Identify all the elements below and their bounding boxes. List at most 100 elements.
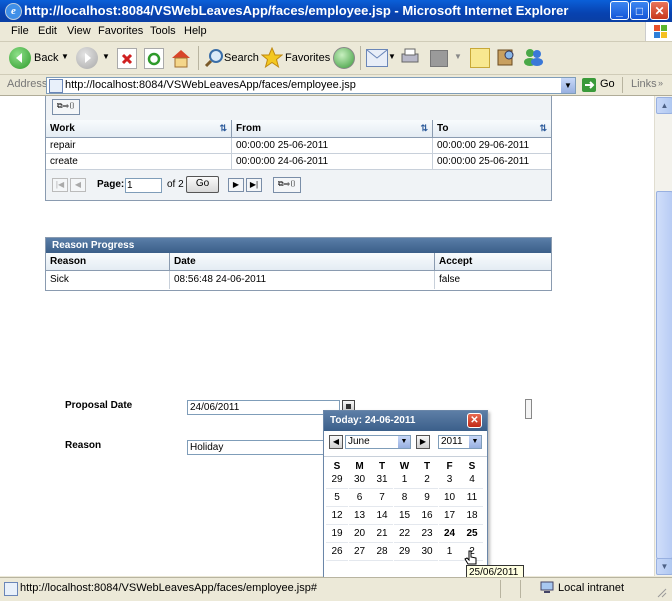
calendar-day[interactable]: 31 — [371, 471, 393, 489]
calendar-day[interactable]: 22 — [393, 525, 416, 543]
maximize-button[interactable]: □ — [630, 1, 649, 20]
search-button[interactable]: Search — [224, 52, 259, 64]
address-field[interactable]: http://localhost:8084/VSWebLeavesApp/fac… — [46, 77, 576, 94]
calendar-day[interactable]: 8 — [393, 489, 416, 507]
calendar-day[interactable]: 27 — [348, 543, 371, 561]
calendar-day[interactable]: 20 — [348, 525, 371, 543]
back-button[interactable]: Back — [34, 52, 58, 64]
first-page-icon[interactable]: |◀ — [52, 178, 68, 192]
scroll-thumb[interactable] — [656, 191, 672, 559]
edit-icon[interactable] — [430, 50, 448, 67]
calendar-day[interactable]: 25 — [461, 525, 483, 543]
links-chevron-icon[interactable]: » — [658, 78, 663, 88]
scroll-down-icon[interactable]: ▼ — [656, 558, 672, 575]
go-arrow-icon[interactable] — [582, 78, 596, 92]
research-icon[interactable] — [496, 47, 516, 67]
calendar-day[interactable]: 21 — [371, 525, 393, 543]
calendar-day[interactable]: 26 — [326, 543, 348, 561]
calendar-day[interactable]: 24 — [438, 525, 461, 543]
prev-month-icon[interactable]: ◀ — [329, 435, 343, 449]
history-icon[interactable] — [333, 47, 355, 69]
refresh-icon[interactable] — [144, 48, 164, 69]
calendar-day[interactable]: 4 — [461, 471, 483, 489]
calendar-day[interactable]: 28 — [371, 543, 393, 561]
calendar-day[interactable]: 12 — [326, 507, 348, 525]
close-button[interactable]: ✕ — [650, 1, 669, 20]
favorites-star-icon[interactable] — [260, 46, 284, 69]
calendar-day[interactable]: 1 — [393, 471, 416, 489]
menu-tools[interactable]: Tools — [150, 25, 176, 37]
calendar-day[interactable]: 10 — [438, 489, 461, 507]
column-header-date[interactable]: Date — [170, 253, 435, 271]
calendar-day[interactable]: 2 — [416, 471, 438, 489]
minimize-button[interactable]: _ — [610, 1, 629, 20]
calendar-day[interactable]: 1 — [438, 543, 461, 561]
calendar-day[interactable]: 14 — [371, 507, 393, 525]
column-header-from[interactable]: From ⇅ — [232, 120, 433, 138]
calendar-day[interactable]: 16 — [416, 507, 438, 525]
next-page-icon[interactable]: ▶ — [228, 178, 244, 192]
address-input[interactable]: http://localhost:8084/VSWebLeavesApp/fac… — [65, 79, 356, 91]
menu-file[interactable]: File — [11, 25, 29, 37]
proposal-date-input[interactable]: 24/06/2011 — [187, 400, 340, 415]
favorites-button[interactable]: Favorites — [285, 52, 330, 64]
export-icon[interactable]: ⧉⇒▯ — [273, 177, 301, 193]
next-month-icon[interactable]: ▶ — [416, 435, 430, 449]
calendar-day[interactable]: 6 — [348, 489, 371, 507]
menu-favorites[interactable]: Favorites — [98, 25, 143, 37]
edit-dropdown-icon[interactable]: ▼ — [454, 52, 462, 61]
go-button[interactable]: Go — [600, 78, 615, 90]
mail-icon[interactable] — [366, 49, 388, 67]
calendar-day[interactable]: 5 — [326, 489, 348, 507]
vertical-scrollbar[interactable]: ▲ ▼ — [654, 96, 672, 576]
reason-input[interactable]: Holiday — [187, 440, 326, 455]
calendar-day[interactable]: 30 — [348, 471, 371, 489]
menu-help[interactable]: Help — [184, 25, 207, 37]
calendar-day[interactable]: 30 — [416, 543, 438, 561]
calendar-day[interactable]: 23 — [416, 525, 438, 543]
export-icon[interactable]: ⧉⇒▯ — [52, 99, 80, 115]
last-page-icon[interactable]: ▶| — [246, 178, 262, 192]
menu-edit[interactable]: Edit — [38, 25, 57, 37]
year-dropdown-icon[interactable]: ▼ — [469, 436, 481, 448]
back-dropdown-icon[interactable]: ▼ — [61, 52, 69, 61]
forward-icon[interactable] — [76, 47, 98, 69]
calendar-day[interactable]: 13 — [348, 507, 371, 525]
calendar-day[interactable]: 9 — [416, 489, 438, 507]
calendar-day[interactable]: 7 — [371, 489, 393, 507]
search-icon[interactable] — [204, 48, 224, 68]
menu-view[interactable]: View — [67, 25, 91, 37]
input-handle[interactable] — [525, 399, 532, 419]
calendar-day[interactable]: 17 — [438, 507, 461, 525]
links-button[interactable]: Links — [631, 78, 657, 90]
calendar-day[interactable]: 29 — [326, 471, 348, 489]
print-icon[interactable] — [400, 48, 420, 66]
scroll-up-icon[interactable]: ▲ — [656, 97, 672, 114]
column-header-reason[interactable]: Reason — [46, 253, 170, 271]
column-header-accept[interactable]: Accept — [435, 253, 551, 271]
stop-icon[interactable] — [117, 48, 137, 69]
messenger-icon[interactable] — [522, 47, 544, 67]
address-dropdown-icon[interactable]: ▼ — [561, 78, 575, 93]
sort-icon[interactable]: ⇅ — [539, 120, 547, 137]
page-input[interactable]: 1 — [125, 178, 162, 193]
column-header-to[interactable]: To ⇅ — [433, 120, 551, 138]
calendar-day[interactable]: 11 — [461, 489, 483, 507]
sort-icon[interactable]: ⇅ — [420, 120, 428, 137]
discuss-icon[interactable] — [470, 48, 490, 68]
go-page-button[interactable]: Go — [186, 176, 219, 193]
calendar-day[interactable]: 19 — [326, 525, 348, 543]
prev-page-icon[interactable]: ◀ — [70, 178, 86, 192]
calendar-day[interactable]: 15 — [393, 507, 416, 525]
back-icon[interactable] — [9, 47, 31, 69]
home-icon[interactable] — [170, 47, 192, 69]
column-header-work[interactable]: Work ⇅ — [46, 120, 232, 138]
mail-dropdown-icon[interactable]: ▼ — [388, 52, 396, 61]
resize-grip-icon[interactable] — [655, 586, 667, 598]
calendar-day[interactable]: 29 — [393, 543, 416, 561]
calendar-day[interactable]: 3 — [438, 471, 461, 489]
month-dropdown-icon[interactable]: ▼ — [398, 436, 410, 448]
month-select[interactable]: June ▼ — [345, 435, 411, 449]
calendar-day[interactable]: 18 — [461, 507, 483, 525]
sort-icon[interactable]: ⇅ — [219, 120, 227, 137]
